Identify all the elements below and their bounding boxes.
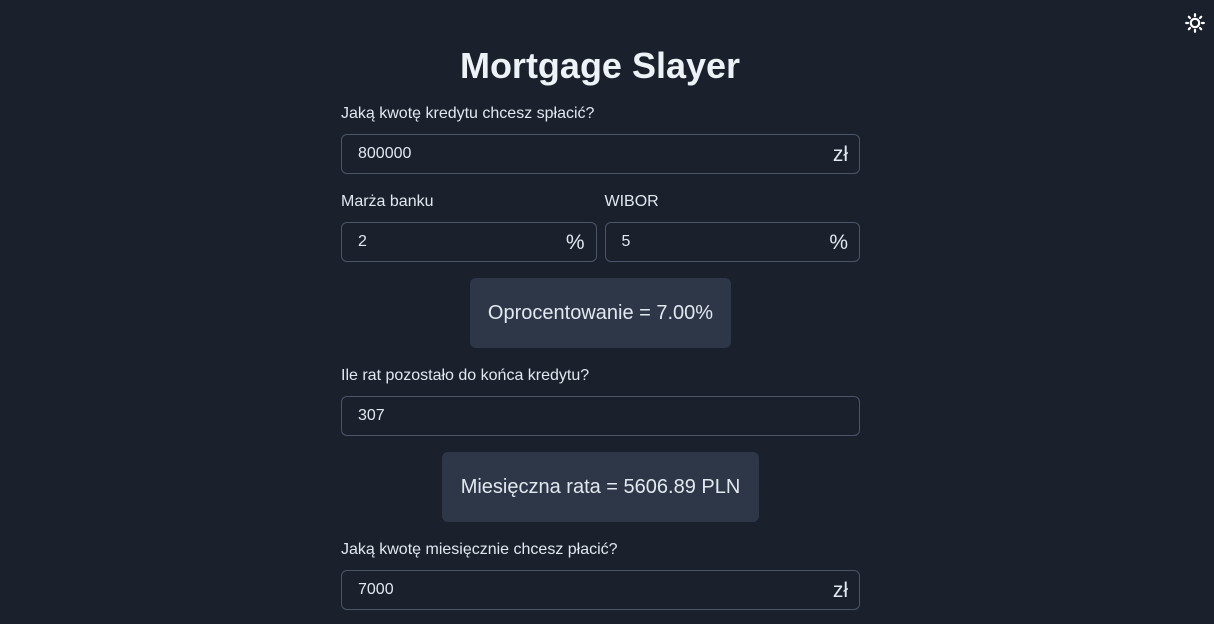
- remaining-installments-label: Ile rat pozostało do końca kredytu?: [341, 367, 590, 384]
- remaining-installments-field: [341, 396, 860, 436]
- sun-icon: [1185, 13, 1205, 33]
- page: Mortgage Slayer Jaką kwotę kredytu chces…: [0, 0, 1214, 624]
- monthly-payment-label: Jaką kwotę miesięcznie chcesz płacić?: [341, 541, 618, 558]
- loan-amount-group: Jaką kwotę kredytu chcesz spłacić? zł: [341, 104, 860, 174]
- monthly-installment-result-wrap: Miesięczna rata = 5606.89 PLN: [341, 452, 860, 522]
- monthly-payment-input[interactable]: [342, 571, 859, 609]
- loan-amount-input[interactable]: [342, 135, 859, 173]
- interest-result-wrap: Oprocentowanie = 7.00%: [341, 278, 860, 348]
- loan-amount-field: zł: [341, 134, 860, 174]
- bank-margin-input[interactable]: [342, 223, 596, 261]
- monthly-payment-field: zł: [341, 570, 860, 610]
- wibor-group: WIBOR %: [604, 192, 860, 262]
- wibor-field: %: [604, 222, 860, 262]
- interest-rate-result: Oprocentowanie = 7.00%: [470, 278, 731, 348]
- monthly-payment-currency-suffix: zł: [832, 579, 848, 602]
- page-title: Mortgage Slayer: [459, 45, 741, 86]
- remaining-installments-input[interactable]: [342, 397, 859, 435]
- bank-margin-group: Marża banku %: [341, 192, 597, 262]
- wibor-input[interactable]: [605, 223, 859, 261]
- loan-amount-label: Jaką kwotę kredytu chcesz spłacić?: [341, 105, 595, 122]
- wibor-percent-suffix: %: [829, 231, 848, 254]
- remaining-installments-group: Ile rat pozostało do końca kredytu?: [341, 366, 860, 436]
- bank-margin-field: %: [341, 222, 597, 262]
- wibor-label: WIBOR: [604, 193, 659, 210]
- theme-toggle-button[interactable]: [1184, 12, 1206, 34]
- loan-amount-currency-suffix: zł: [832, 143, 848, 166]
- monthly-installment-result: Miesięczna rata = 5606.89 PLN: [442, 452, 759, 522]
- rates-row: Marża banku % WIBOR %: [341, 192, 860, 262]
- bank-margin-percent-suffix: %: [565, 231, 585, 254]
- bank-margin-label: Marża banku: [341, 193, 434, 210]
- monthly-payment-group: Jaką kwotę miesięcznie chcesz płacić? zł: [341, 540, 860, 610]
